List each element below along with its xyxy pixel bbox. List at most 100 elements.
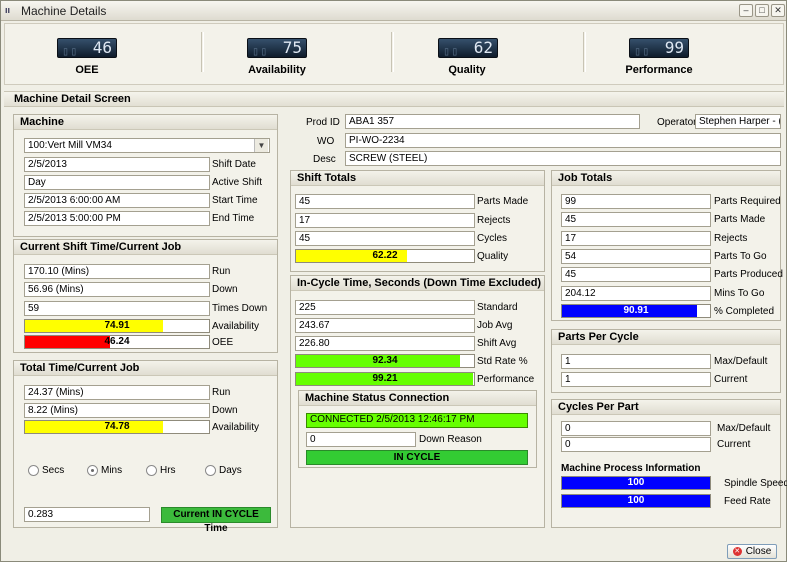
shift-rejects-label: Rejects <box>477 215 511 226</box>
days-radio[interactable] <box>205 465 216 476</box>
oee-display: ▯▯ 46 <box>57 38 117 58</box>
mins-to-go-label: Mins To Go <box>714 288 765 299</box>
app-icon: ıı <box>5 5 11 15</box>
job-parts-made-label: Parts Made <box>714 214 766 225</box>
feed-rate-bar: 100 <box>561 494 711 508</box>
std-rate-bar: 92.34 <box>295 354 475 368</box>
secs-label: Secs <box>42 465 65 476</box>
run-field[interactable]: 170.10 (Mins) <box>24 264 210 279</box>
total-down-label: Down <box>212 405 238 416</box>
total-run-field[interactable]: 24.37 (Mins) <box>24 385 210 400</box>
standard-field[interactable]: 225 <box>295 300 475 315</box>
cpp-max-field[interactable]: 0 <box>561 421 711 436</box>
cycles-per-part-panel: Cycles Per Part 0 Max/Default 0 Current … <box>551 399 787 528</box>
parts-required-label: Parts Required <box>714 196 781 207</box>
total-down-field[interactable]: 8.22 (Mins) <box>24 403 210 418</box>
end-time-field[interactable]: 2/5/2013 5:00:00 PM <box>24 211 210 226</box>
job-avg-label: Job Avg <box>477 320 513 331</box>
job-avg-field[interactable]: 243.67 <box>295 318 475 333</box>
quality-bar: 62.22 <box>295 249 475 263</box>
completed-bar: 90.91 <box>561 304 711 318</box>
parts-per-cycle-title: Parts Per Cycle <box>552 330 780 345</box>
start-time-field[interactable]: 2/5/2013 6:00:00 AM <box>24 193 210 208</box>
mins-to-go-field[interactable]: 204.12 <box>561 286 711 301</box>
shift-oee-bar: 46.24 <box>24 335 210 349</box>
down-label: Down <box>212 284 238 295</box>
down-reason-field[interactable]: 0 <box>306 432 416 447</box>
performance-label-cycle: Performance <box>477 374 535 385</box>
maximize-button[interactable]: □ <box>755 4 769 17</box>
close-button[interactable]: ✕ Close <box>727 544 777 559</box>
total-time-title: Total Time/Current Job <box>14 361 277 376</box>
quality-label-shift: Quality <box>477 251 509 262</box>
job-rejects-field[interactable]: 17 <box>561 231 711 246</box>
shift-totals-title: Shift Totals <box>291 171 544 186</box>
shift-avg-label: Shift Avg <box>477 338 517 349</box>
spindle-speed-bar: 100 <box>561 476 711 490</box>
current-shift-title: Current Shift Time/Current Job <box>14 240 277 255</box>
job-parts-made-field[interactable]: 45 <box>561 212 711 227</box>
quality-label: Quality <box>448 64 486 76</box>
completed-label: % Completed <box>714 306 775 317</box>
mins-radio[interactable] <box>87 465 98 476</box>
performance-bar: 99.21 <box>295 372 475 386</box>
feed-rate-label: Feed Rate <box>724 496 771 507</box>
desc-label: Desc <box>313 154 336 165</box>
close-window-button[interactable]: ✕ <box>771 4 785 17</box>
operator-field[interactable]: Stephen Harper - (44) <box>695 114 781 129</box>
cpp-current-field[interactable]: 0 <box>561 437 711 452</box>
days-label: Days <box>219 465 242 476</box>
quality-display: ▯▯ 62 <box>438 38 498 58</box>
wo-field[interactable]: PI-WO-2234 <box>345 133 781 148</box>
shift-rejects-field[interactable]: 17 <box>295 213 475 228</box>
in-cycle-panel: In-Cycle Time, Seconds (Down Time Exclud… <box>290 275 545 528</box>
kpi-bar: ▯▯ 46 OEE ▯▯ 75 Availability ▯▯ 62 Quality … <box>4 23 784 85</box>
times-down-field[interactable]: 59 <box>24 301 210 316</box>
current-shift-panel: Current Shift Time/Current Job 170.10 (M… <box>13 239 278 353</box>
in-cycle-title: In-Cycle Time, Seconds (Down Time Exclud… <box>291 276 544 291</box>
prod-id-label: Prod ID <box>306 117 340 128</box>
job-totals-title: Job Totals <box>552 171 780 186</box>
secs-radio[interactable] <box>28 465 39 476</box>
active-shift-label: Active Shift <box>212 177 263 188</box>
current-in-cycle-time-button[interactable]: Current IN CYCLE Time <box>161 507 271 534</box>
shift-parts-made-field[interactable]: 45 <box>295 194 475 209</box>
std-rate-label: Std Rate % <box>477 356 528 367</box>
chevron-down-icon[interactable]: ▼ <box>254 139 268 152</box>
cycle-time-field[interactable]: 0.283 <box>24 507 150 522</box>
ppc-current-field[interactable]: 1 <box>561 372 711 387</box>
parts-per-cycle-panel: Parts Per Cycle 1 Max/Default 1 Current <box>551 329 781 393</box>
shift-oee-label: OEE <box>212 337 234 348</box>
kpi-separator <box>391 32 394 72</box>
kpi-separator <box>201 32 204 72</box>
window-title: Machine Details <box>21 4 107 18</box>
minimize-button[interactable]: – <box>739 4 753 17</box>
parts-produced-field[interactable]: 45 <box>561 267 711 282</box>
parts-produced-label: Parts Produced <box>714 269 783 280</box>
shift-cycles-field[interactable]: 45 <box>295 231 475 246</box>
shift-availability-bar: 74.91 <box>24 319 210 333</box>
machine-select[interactable]: 100:Vert Mill VM34 ▼ <box>24 138 270 153</box>
title-bar: ıı Machine Details – □ ✕ <box>1 1 786 21</box>
active-shift-field[interactable]: Day <box>24 175 210 190</box>
total-availability-bar: 74.78 <box>24 420 210 434</box>
prod-id-field[interactable]: ABA1 357 <box>345 114 640 129</box>
shift-avg-field[interactable]: 226.80 <box>295 336 475 351</box>
availability-label: Availability <box>248 64 306 76</box>
cpp-current-label: Current <box>717 439 751 450</box>
desc-field[interactable]: SCREW (STEEL) <box>345 151 781 166</box>
down-field[interactable]: 56.96 (Mins) <box>24 282 210 297</box>
close-icon: ✕ <box>732 546 742 556</box>
shift-date-field[interactable]: 2/5/2013 <box>24 157 210 172</box>
shift-totals-panel: Shift Totals 45 Parts Made 17 Rejects 45… <box>290 170 545 272</box>
kpi-separator <box>583 32 586 72</box>
job-totals-panel: Job Totals 99 Parts Required 45 Parts Ma… <box>551 170 783 321</box>
parts-required-field[interactable]: 99 <box>561 194 711 209</box>
hrs-radio[interactable] <box>146 465 157 476</box>
oee-label: OEE <box>75 64 99 76</box>
total-time-panel: Total Time/Current Job 24.37 (Mins) Run … <box>13 360 278 534</box>
end-time-label: End Time <box>212 213 255 224</box>
process-info-title: Machine Process Information <box>561 463 701 474</box>
parts-to-go-field[interactable]: 54 <box>561 249 711 264</box>
ppc-max-field[interactable]: 1 <box>561 354 711 369</box>
